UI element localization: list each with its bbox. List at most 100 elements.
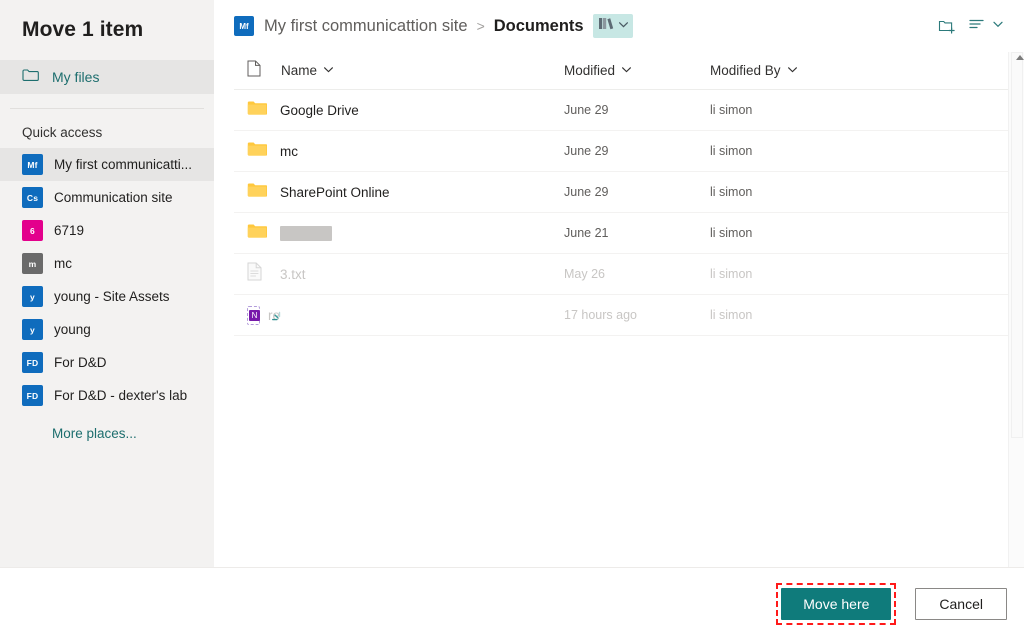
dialog-body: Move 1 item My files Quick access Mf My …	[0, 0, 1024, 567]
sidebar-item-young[interactable]: y young	[0, 313, 214, 346]
dialog-footer: Move here Cancel	[0, 568, 1024, 639]
breadcrumb-separator: >	[476, 18, 485, 34]
chevron-down-icon	[992, 17, 1004, 35]
sidebar-item-label: For D&D - dexter's lab	[54, 388, 188, 403]
sort-list-icon	[968, 17, 987, 36]
row-modified-by: li simon	[710, 185, 753, 199]
quick-access-header: Quick access	[22, 125, 103, 140]
row-modified: June 29	[564, 103, 609, 117]
site-tile-icon: 6	[22, 220, 43, 241]
sidebar-item-communication-site[interactable]: Cs Communication site	[0, 181, 214, 214]
chevron-down-icon	[621, 63, 632, 78]
new-folder-button[interactable]	[932, 11, 962, 41]
caret-up-icon[interactable]	[1016, 55, 1024, 60]
table-row: re 17 hours ago li simon	[234, 295, 1024, 336]
site-tile-icon: m	[22, 253, 43, 274]
sidebar-item-young-site-assets[interactable]: y young - Site Assets	[0, 280, 214, 313]
sidebar-item-label: mc	[54, 256, 72, 271]
site-tile-icon: y	[22, 286, 43, 307]
redaction-block	[280, 225, 332, 241]
folder-icon	[247, 100, 268, 121]
sidebar-item-label: young	[54, 322, 91, 337]
sidebar-item-my-files[interactable]: My files	[0, 60, 214, 94]
loading-spinner-icon	[271, 311, 288, 333]
sidebar-item-mc[interactable]: m mc	[0, 247, 214, 280]
library-switcher-chip[interactable]	[592, 14, 633, 38]
row-icon	[234, 141, 280, 162]
table-row[interactable]: Google Drive June 29 li simon	[234, 90, 1024, 131]
sidebar-item-my-files-label: My files	[52, 69, 100, 85]
folder-icon	[247, 141, 268, 162]
sidebar-item-label: young - Site Assets	[54, 289, 170, 304]
table-row: 3.txt May 26 li simon	[234, 254, 1024, 295]
chevron-down-icon	[618, 17, 629, 35]
onenote-icon	[247, 305, 260, 325]
breadcrumb-site-link[interactable]: My first communicattion site	[264, 17, 468, 36]
site-tile-icon: FD	[22, 352, 43, 373]
column-header-modified-label: Modified	[564, 63, 616, 78]
row-name: mc	[280, 143, 298, 159]
row-modified: June 29	[564, 144, 609, 158]
folder-icon	[247, 182, 268, 203]
row-icon: re	[234, 305, 281, 325]
row-modified-by: li simon	[710, 267, 753, 281]
table-row[interactable]: June 21 li simon	[234, 213, 1024, 254]
sidebar-item-my-first-communicattion-site[interactable]: Mf My first communicatti...	[0, 148, 214, 181]
row-modified: May 26	[564, 267, 605, 281]
sidebar-item-6719[interactable]: 6 6719	[0, 214, 214, 247]
row-modified: June 29	[564, 185, 609, 199]
row-modified: 17 hours ago	[564, 308, 637, 322]
file-list-header: Name Modified Modified By	[234, 52, 1024, 90]
row-modified-by: li simon	[710, 103, 753, 117]
row-icon	[234, 100, 280, 121]
site-tile-icon: Cs	[22, 187, 43, 208]
row-name: 3.txt	[280, 266, 306, 282]
move-item-dialog: Move 1 item My files Quick access Mf My …	[0, 0, 1024, 639]
more-places-link[interactable]: More places...	[0, 412, 214, 441]
sidebar: Move 1 item My files Quick access Mf My …	[0, 0, 214, 567]
site-tile-icon: y	[22, 319, 43, 340]
breadcrumb-bar: Mf My first communicattion site > Docume…	[214, 0, 1024, 52]
site-tile-icon: Mf	[22, 154, 43, 175]
dialog-title: Move 1 item	[22, 18, 144, 41]
row-modified-by: li simon	[710, 144, 753, 158]
sort-menu-button[interactable]	[968, 17, 1004, 36]
move-here-button[interactable]: Move here	[781, 587, 892, 620]
row-name: SharePoint Online	[280, 184, 390, 200]
file-type-icon	[247, 60, 261, 82]
column-header-modified[interactable]: Modified	[564, 63, 710, 78]
chevron-down-icon	[323, 63, 334, 78]
column-header-name[interactable]: Name	[280, 63, 564, 78]
text-file-icon	[247, 262, 262, 286]
row-icon	[234, 262, 280, 286]
folder-icon	[247, 223, 268, 244]
vertical-scrollbar[interactable]	[1008, 52, 1024, 567]
table-row[interactable]: SharePoint Online June 29 li simon	[234, 172, 1024, 213]
sidebar-item-for-dd[interactable]: FD For D&D	[0, 346, 214, 379]
sidebar-item-label: For D&D	[54, 355, 107, 370]
row-modified: June 21	[564, 226, 609, 240]
table-row[interactable]: mc June 29 li simon	[234, 131, 1024, 172]
breadcrumb-site-tile-icon: Mf	[234, 16, 254, 36]
scrollbar-thumb[interactable]	[1011, 52, 1024, 438]
column-header-modified-by-label: Modified By	[710, 63, 781, 78]
cancel-button[interactable]: Cancel	[915, 587, 1007, 620]
library-books-icon	[598, 16, 616, 36]
file-list: Name Modified Modified By Google Drive J…	[214, 52, 1024, 567]
column-header-file-type[interactable]	[234, 60, 280, 82]
sidebar-item-label: Communication site	[54, 190, 173, 205]
column-header-name-label: Name	[281, 63, 318, 78]
folder-icon	[22, 68, 39, 87]
chevron-down-icon	[787, 63, 798, 78]
row-icon	[234, 223, 280, 244]
row-modified-by: li simon	[710, 308, 753, 322]
row-name: Google Drive	[280, 102, 359, 118]
sidebar-item-label: 6719	[54, 223, 85, 238]
column-header-modified-by[interactable]: Modified By	[710, 63, 880, 78]
row-name-redacted	[280, 225, 564, 241]
sidebar-item-for-dd-dexters-lab[interactable]: FD For D&D - dexter's lab	[0, 379, 214, 412]
breadcrumb-current: Documents	[493, 16, 584, 35]
move-here-highlight: Move here	[776, 582, 897, 625]
main-panel: Mf My first communicattion site > Docume…	[214, 0, 1024, 567]
row-modified-by: li simon	[710, 226, 753, 240]
